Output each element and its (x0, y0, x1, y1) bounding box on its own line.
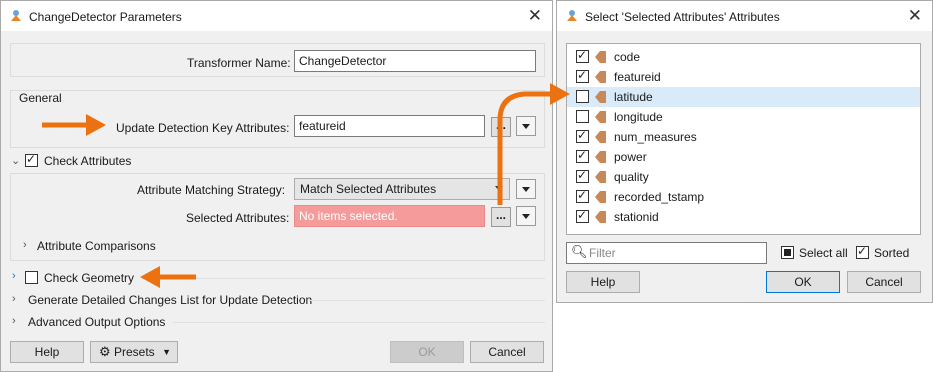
attribute-icon (595, 211, 606, 223)
update-key-dropdown-button[interactable] (516, 116, 536, 136)
dialog-title: ChangeDetector Parameters (29, 10, 182, 24)
select-all-label: Select all (799, 246, 848, 260)
check-geometry-checkbox[interactable] (25, 271, 38, 284)
attribute-icon (595, 51, 606, 63)
help-button[interactable]: Help (10, 341, 84, 363)
transformer-name-input[interactable]: ChangeDetector (294, 50, 536, 72)
list-item[interactable]: recorded_tstamp (567, 187, 920, 207)
dialog-title: Select 'Selected Attributes' Attributes (585, 10, 780, 24)
attribute-checkbox[interactable] (576, 68, 589, 83)
attribute-checkbox[interactable] (576, 48, 589, 63)
matching-strategy-dropdown-button[interactable] (516, 179, 536, 199)
advanced-output-label[interactable]: Advanced Output Options (28, 315, 165, 329)
attribute-name: quality (614, 170, 649, 184)
attribute-icon (595, 131, 606, 143)
list-item[interactable]: featureid (567, 67, 920, 87)
attribute-comparisons-label[interactable]: Attribute Comparisons (37, 239, 156, 253)
divider (173, 322, 545, 323)
partial-check-indicator (784, 249, 791, 256)
divider (309, 300, 545, 301)
attribute-icon (595, 151, 606, 163)
attribute-icon (595, 91, 606, 103)
list-item[interactable]: stationid (567, 207, 920, 227)
filter-placeholder: Filter (589, 246, 616, 260)
fme-app-icon (567, 10, 577, 21)
select-caret-icon (495, 186, 503, 191)
fme-app-icon (11, 10, 21, 21)
close-icon[interactable]: ✕ (528, 6, 542, 26)
list-item[interactable]: longitude (567, 107, 920, 127)
attribute-name: featureid (614, 70, 661, 84)
transformer-name-label: Transformer Name: (187, 56, 291, 70)
attribute-checkbox[interactable] (576, 208, 589, 223)
attribute-checkbox[interactable] (576, 128, 589, 143)
attribute-checkbox[interactable] (576, 188, 589, 203)
change-detector-dialog: ChangeDetector Parameters ✕ Transformer … (0, 0, 553, 372)
select-attributes-dialog: Select 'Selected Attributes' Attributes … (556, 0, 933, 303)
chevron-right-icon[interactable]: › (12, 270, 16, 282)
search-icon: 🔍︎ (571, 244, 588, 259)
attribute-name: code (614, 50, 641, 64)
attribute-name: latitude (614, 90, 653, 104)
divider (161, 278, 545, 279)
list-item[interactable]: power (567, 147, 920, 167)
matching-strategy-select[interactable]: Match Selected Attributes (294, 178, 510, 200)
attribute-checkbox[interactable] (576, 110, 589, 123)
check-geometry-label: Check Geometry (44, 271, 135, 285)
title-bar: Select 'Selected Attributes' Attributes … (557, 1, 932, 31)
update-key-input[interactable]: featureid (294, 115, 485, 137)
selected-attributes-input[interactable]: No items selected. (294, 205, 485, 227)
matching-strategy-value: Match Selected Attributes (300, 182, 437, 196)
selected-attributes-dropdown-button[interactable] (516, 206, 536, 226)
chevron-right-icon[interactable]: › (12, 315, 16, 327)
list-item[interactable]: quality (567, 167, 920, 187)
cancel-button[interactable]: Cancel (847, 271, 921, 293)
chevron-right-icon[interactable]: › (12, 293, 16, 305)
sorted-checkbox[interactable] (856, 244, 869, 259)
filter-input[interactable]: 🔍︎ Filter (566, 242, 767, 264)
attribute-checkbox[interactable] (576, 168, 589, 183)
presets-label: Presets (114, 345, 155, 359)
update-key-ellipsis-button[interactable]: ... (491, 117, 511, 137)
chevron-right-icon[interactable]: › (23, 239, 27, 251)
selected-attributes-ellipsis-button[interactable]: ... (491, 207, 511, 227)
attribute-icon (595, 171, 606, 183)
presets-button[interactable]: ⚙ Presets ▼ (90, 341, 178, 363)
check-attributes-checkbox[interactable] (25, 152, 38, 167)
attribute-name: recorded_tstamp (614, 190, 705, 204)
list-item[interactable]: code (567, 47, 920, 67)
cancel-button[interactable]: Cancel (470, 341, 544, 363)
attribute-name: power (614, 150, 647, 164)
gear-icon: ⚙ (99, 344, 111, 359)
attribute-name: longitude (614, 110, 663, 124)
ok-button[interactable]: OK (390, 341, 464, 363)
help-button[interactable]: Help (566, 271, 640, 293)
list-item[interactable]: num_measures (567, 127, 920, 147)
attribute-icon (595, 71, 606, 83)
attribute-list[interactable]: code featureid latitude longitude num_measur… (566, 43, 921, 235)
attribute-icon (595, 191, 606, 203)
attribute-name: stationid (614, 210, 659, 224)
attribute-checkbox[interactable] (576, 148, 589, 163)
general-section-title: General (19, 91, 62, 105)
selected-attributes-label: Selected Attributes: (186, 211, 290, 225)
update-key-label: Update Detection Key Attributes: (116, 121, 290, 135)
changes-list-label[interactable]: Generate Detailed Changes List for Updat… (28, 293, 312, 307)
attribute-icon (595, 111, 606, 123)
title-bar: ChangeDetector Parameters ✕ (1, 1, 552, 31)
attribute-checkbox[interactable] (576, 90, 589, 103)
matching-strategy-label: Attribute Matching Strategy: (137, 183, 286, 197)
sorted-label: Sorted (874, 246, 910, 260)
attribute-name: num_measures (614, 130, 697, 144)
select-all-checkbox[interactable] (781, 246, 794, 259)
check-attributes-label: Check Attributes (44, 154, 132, 168)
chevron-down-icon: ▼ (162, 347, 171, 357)
chevron-down-icon[interactable]: ⌄ (11, 154, 20, 167)
close-icon[interactable]: ✕ (908, 6, 922, 26)
ok-button[interactable]: OK (766, 271, 840, 293)
list-item[interactable]: latitude (567, 87, 920, 107)
